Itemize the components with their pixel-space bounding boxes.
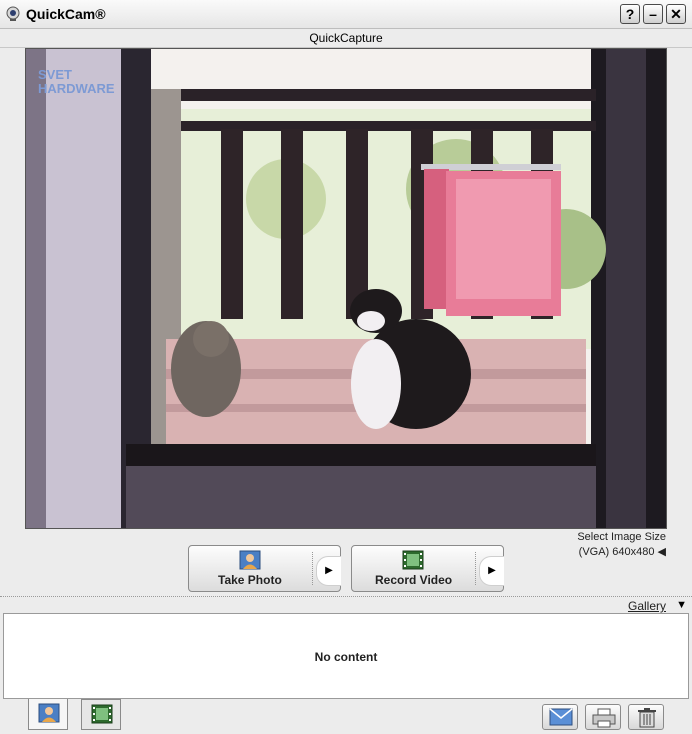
gallery-toggle[interactable]: Gallery	[628, 599, 666, 613]
tab-videos[interactable]	[81, 699, 121, 730]
user-photo-icon	[239, 550, 261, 570]
camera-preview-image: SVET HARDWARE	[26, 49, 666, 528]
webcam-icon	[6, 6, 20, 21]
record-video-options-arrow[interactable]: ▶	[479, 556, 504, 586]
window-title: QuickCam®	[26, 6, 106, 22]
take-photo-options-arrow[interactable]: ▶	[316, 556, 341, 586]
gallery-panel: No content	[3, 613, 689, 699]
camera-preview: SVET HARDWARE	[25, 48, 667, 529]
envelope-icon	[549, 708, 573, 726]
select-image-size-link[interactable]: Select Image Size	[577, 531, 666, 543]
record-video-label: Record Video	[375, 573, 453, 587]
gallery-bar: Gallery ▼	[0, 596, 692, 613]
trash-icon	[638, 708, 656, 728]
tab-photos[interactable]	[28, 699, 68, 730]
help-button[interactable]: ?	[620, 4, 640, 24]
watermark-line1: SVET	[38, 67, 72, 82]
delete-button[interactable]	[628, 704, 664, 730]
film-strip-icon	[91, 704, 113, 724]
take-photo-label: Take Photo	[218, 573, 282, 587]
page-title: QuickCapture	[0, 29, 692, 48]
minimize-button[interactable]: –	[643, 4, 663, 24]
image-size-value[interactable]: (VGA) 640x480 ◀	[579, 545, 666, 558]
email-button[interactable]	[542, 704, 578, 730]
watermark-line2: HARDWARE	[38, 81, 115, 96]
close-button[interactable]: ✕	[666, 4, 686, 24]
gallery-empty-text: No content	[314, 650, 378, 664]
user-photo-icon	[38, 703, 60, 723]
film-strip-icon	[402, 550, 424, 570]
take-photo-button[interactable]: Take Photo ▶	[188, 545, 341, 592]
print-button[interactable]	[585, 704, 621, 730]
record-video-button[interactable]: Record Video ▶	[351, 545, 504, 592]
printer-icon	[592, 708, 616, 728]
chevron-down-icon[interactable]: ▼	[676, 599, 687, 611]
title-bar: QuickCam® ? – ✕	[0, 0, 692, 29]
